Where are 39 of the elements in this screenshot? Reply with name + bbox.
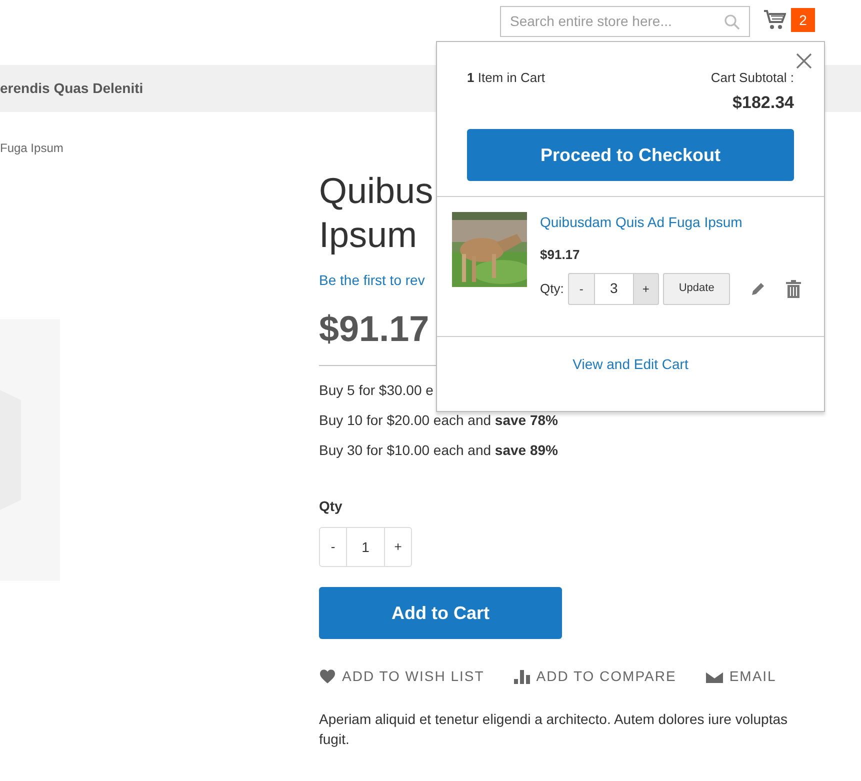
cart-item-count: 1 Item in Cart	[467, 69, 546, 87]
pencil-icon[interactable]	[751, 281, 766, 296]
close-icon[interactable]	[796, 53, 812, 69]
trash-icon[interactable]	[786, 280, 802, 298]
subtotal-amount: $182.34	[732, 92, 794, 114]
update-button[interactable]: Update	[662, 272, 730, 304]
cart-icon[interactable]	[764, 10, 786, 30]
decrease-button[interactable]: -	[568, 272, 595, 304]
tier-price-text: Buy 30 for $10.00 each and save 89%	[319, 441, 558, 460]
decrease-button[interactable]: -	[319, 527, 347, 567]
envelope-icon	[706, 670, 724, 682]
qty-label: Qty	[319, 497, 344, 516]
product-action-link[interactable]: ADD TO COMPARE	[514, 666, 676, 687]
cart-item-name[interactable]: Quibusdam Quis Ad Fuga Ipsum	[540, 212, 809, 233]
increase-button[interactable]: +	[632, 272, 659, 304]
product-action-link[interactable]: ADD TO WISH LIST	[319, 666, 484, 687]
breadcrumb[interactable]: Fuga Ipsum	[0, 139, 319, 157]
cart-item-price: $91.17	[540, 246, 581, 264]
view-edit-cart-link[interactable]: View and Edit Cart	[572, 354, 688, 375]
bar-chart-icon	[514, 670, 530, 684]
product-price: $91.17	[319, 307, 430, 351]
review-link[interactable]: Be the first to rev	[319, 272, 425, 288]
heart-icon	[319, 669, 336, 684]
search-input[interactable]: Search entire store here...	[510, 11, 724, 32]
search-field[interactable]: Search entire store here...	[500, 6, 750, 37]
checkout-button[interactable]: Proceed to Checkout	[467, 129, 794, 181]
product-title: Quibus	[319, 169, 434, 213]
tier-price-text: Buy 5 for $30.00 e	[319, 381, 434, 400]
product-title: Ipsum	[319, 213, 418, 257]
qty-label: Qty:	[540, 280, 564, 298]
qty-input[interactable]: 1	[347, 527, 384, 567]
subtotal-label: Cart Subtotal :	[710, 69, 794, 87]
increase-button[interactable]: +	[384, 527, 412, 567]
nav-link[interactable]: erendis Quas Deleniti	[0, 78, 144, 99]
add-to-cart-button[interactable]: Add to Cart	[319, 587, 562, 639]
tier-price-text: Buy 10 for $20.00 each and save 78%	[319, 411, 558, 430]
product-action-link[interactable]: EMAIL	[706, 666, 776, 687]
cart-count-badge: 2	[791, 8, 815, 32]
product-description: Aperiam aliquid et tenetur eligendi a architecto. Autem dolores iure voluptas fugit.	[319, 710, 788, 749]
